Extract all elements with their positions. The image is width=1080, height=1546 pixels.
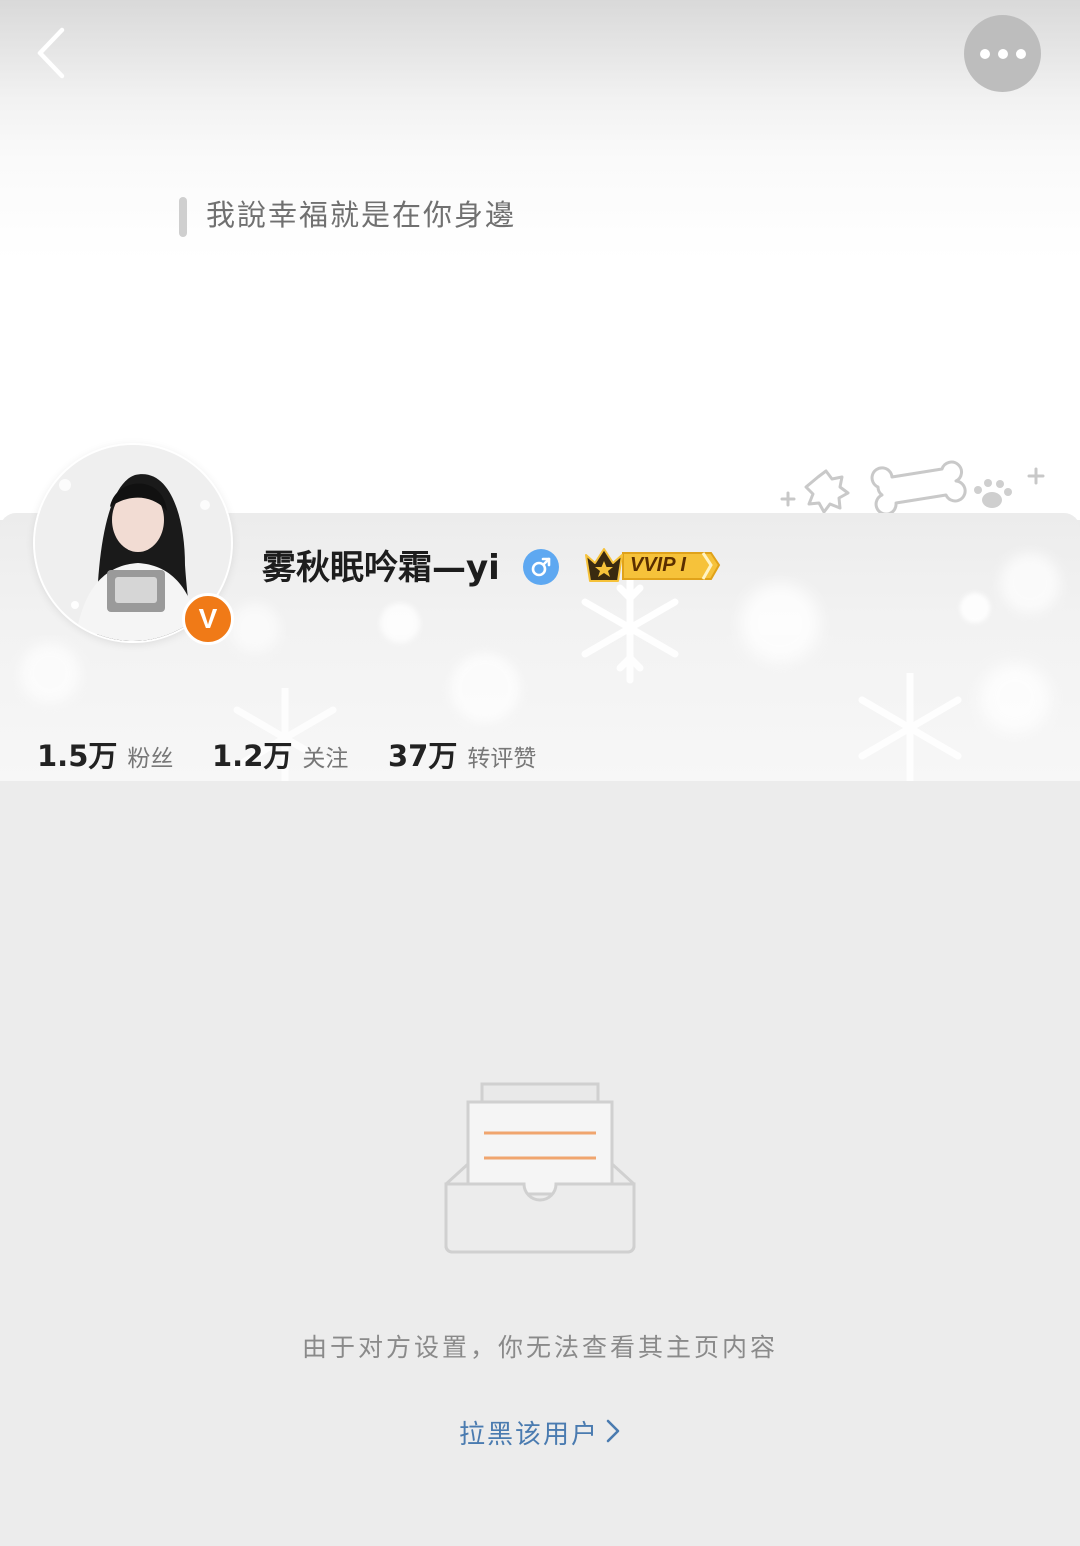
more-options-button[interactable]: [964, 15, 1041, 92]
snow-bokeh: [380, 603, 420, 643]
snow-bokeh: [740, 583, 820, 663]
stat-following[interactable]: 1.2万 关注: [212, 736, 348, 781]
verified-badge-icon: V: [182, 593, 234, 645]
snow-bokeh: [450, 653, 520, 723]
snowflake-icon: [858, 673, 962, 781]
stat-followers[interactable]: 1.5万 粉丝: [37, 736, 173, 781]
snow-bokeh: [20, 643, 80, 703]
empty-inbox-icon: [444, 1082, 636, 1254]
privacy-notice: 由于对方设置，你无法查看其主页内容: [301, 1333, 778, 1362]
profile-bio: 我說幸福就是在你身邊: [206, 198, 517, 232]
block-user-link[interactable]: 拉黑该用户: [0, 1416, 1080, 1454]
snow-bokeh: [980, 663, 1050, 733]
stat-label: 关注: [302, 746, 349, 772]
stat-value: 37万: [388, 739, 458, 773]
username: 雾秋眠吟霜—yi: [262, 548, 500, 588]
profile-banner: [0, 0, 1080, 520]
block-user-label: 拉黑该用户: [458, 1420, 599, 1450]
chevron-left-icon: [37, 27, 65, 79]
snow-bokeh: [1000, 553, 1060, 613]
stat-label: 转评赞: [467, 746, 537, 772]
bio-quote-bar: [179, 197, 187, 237]
stat-value: 1.5万: [37, 739, 118, 773]
snow-bokeh: [960, 593, 990, 623]
chevron-right-icon: [606, 1419, 620, 1443]
stat-value: 1.2万: [212, 739, 293, 773]
vip-badge-label: VVIP I: [630, 554, 686, 576]
stat-interactions[interactable]: 37万 转评赞: [388, 736, 536, 781]
stat-label: 粉丝: [127, 746, 174, 772]
more-dots-icon: [979, 48, 1026, 59]
snowflake-icon: [581, 572, 679, 684]
back-button[interactable]: [22, 22, 82, 86]
snow-bokeh: [230, 603, 280, 653]
male-icon: [523, 549, 559, 585]
